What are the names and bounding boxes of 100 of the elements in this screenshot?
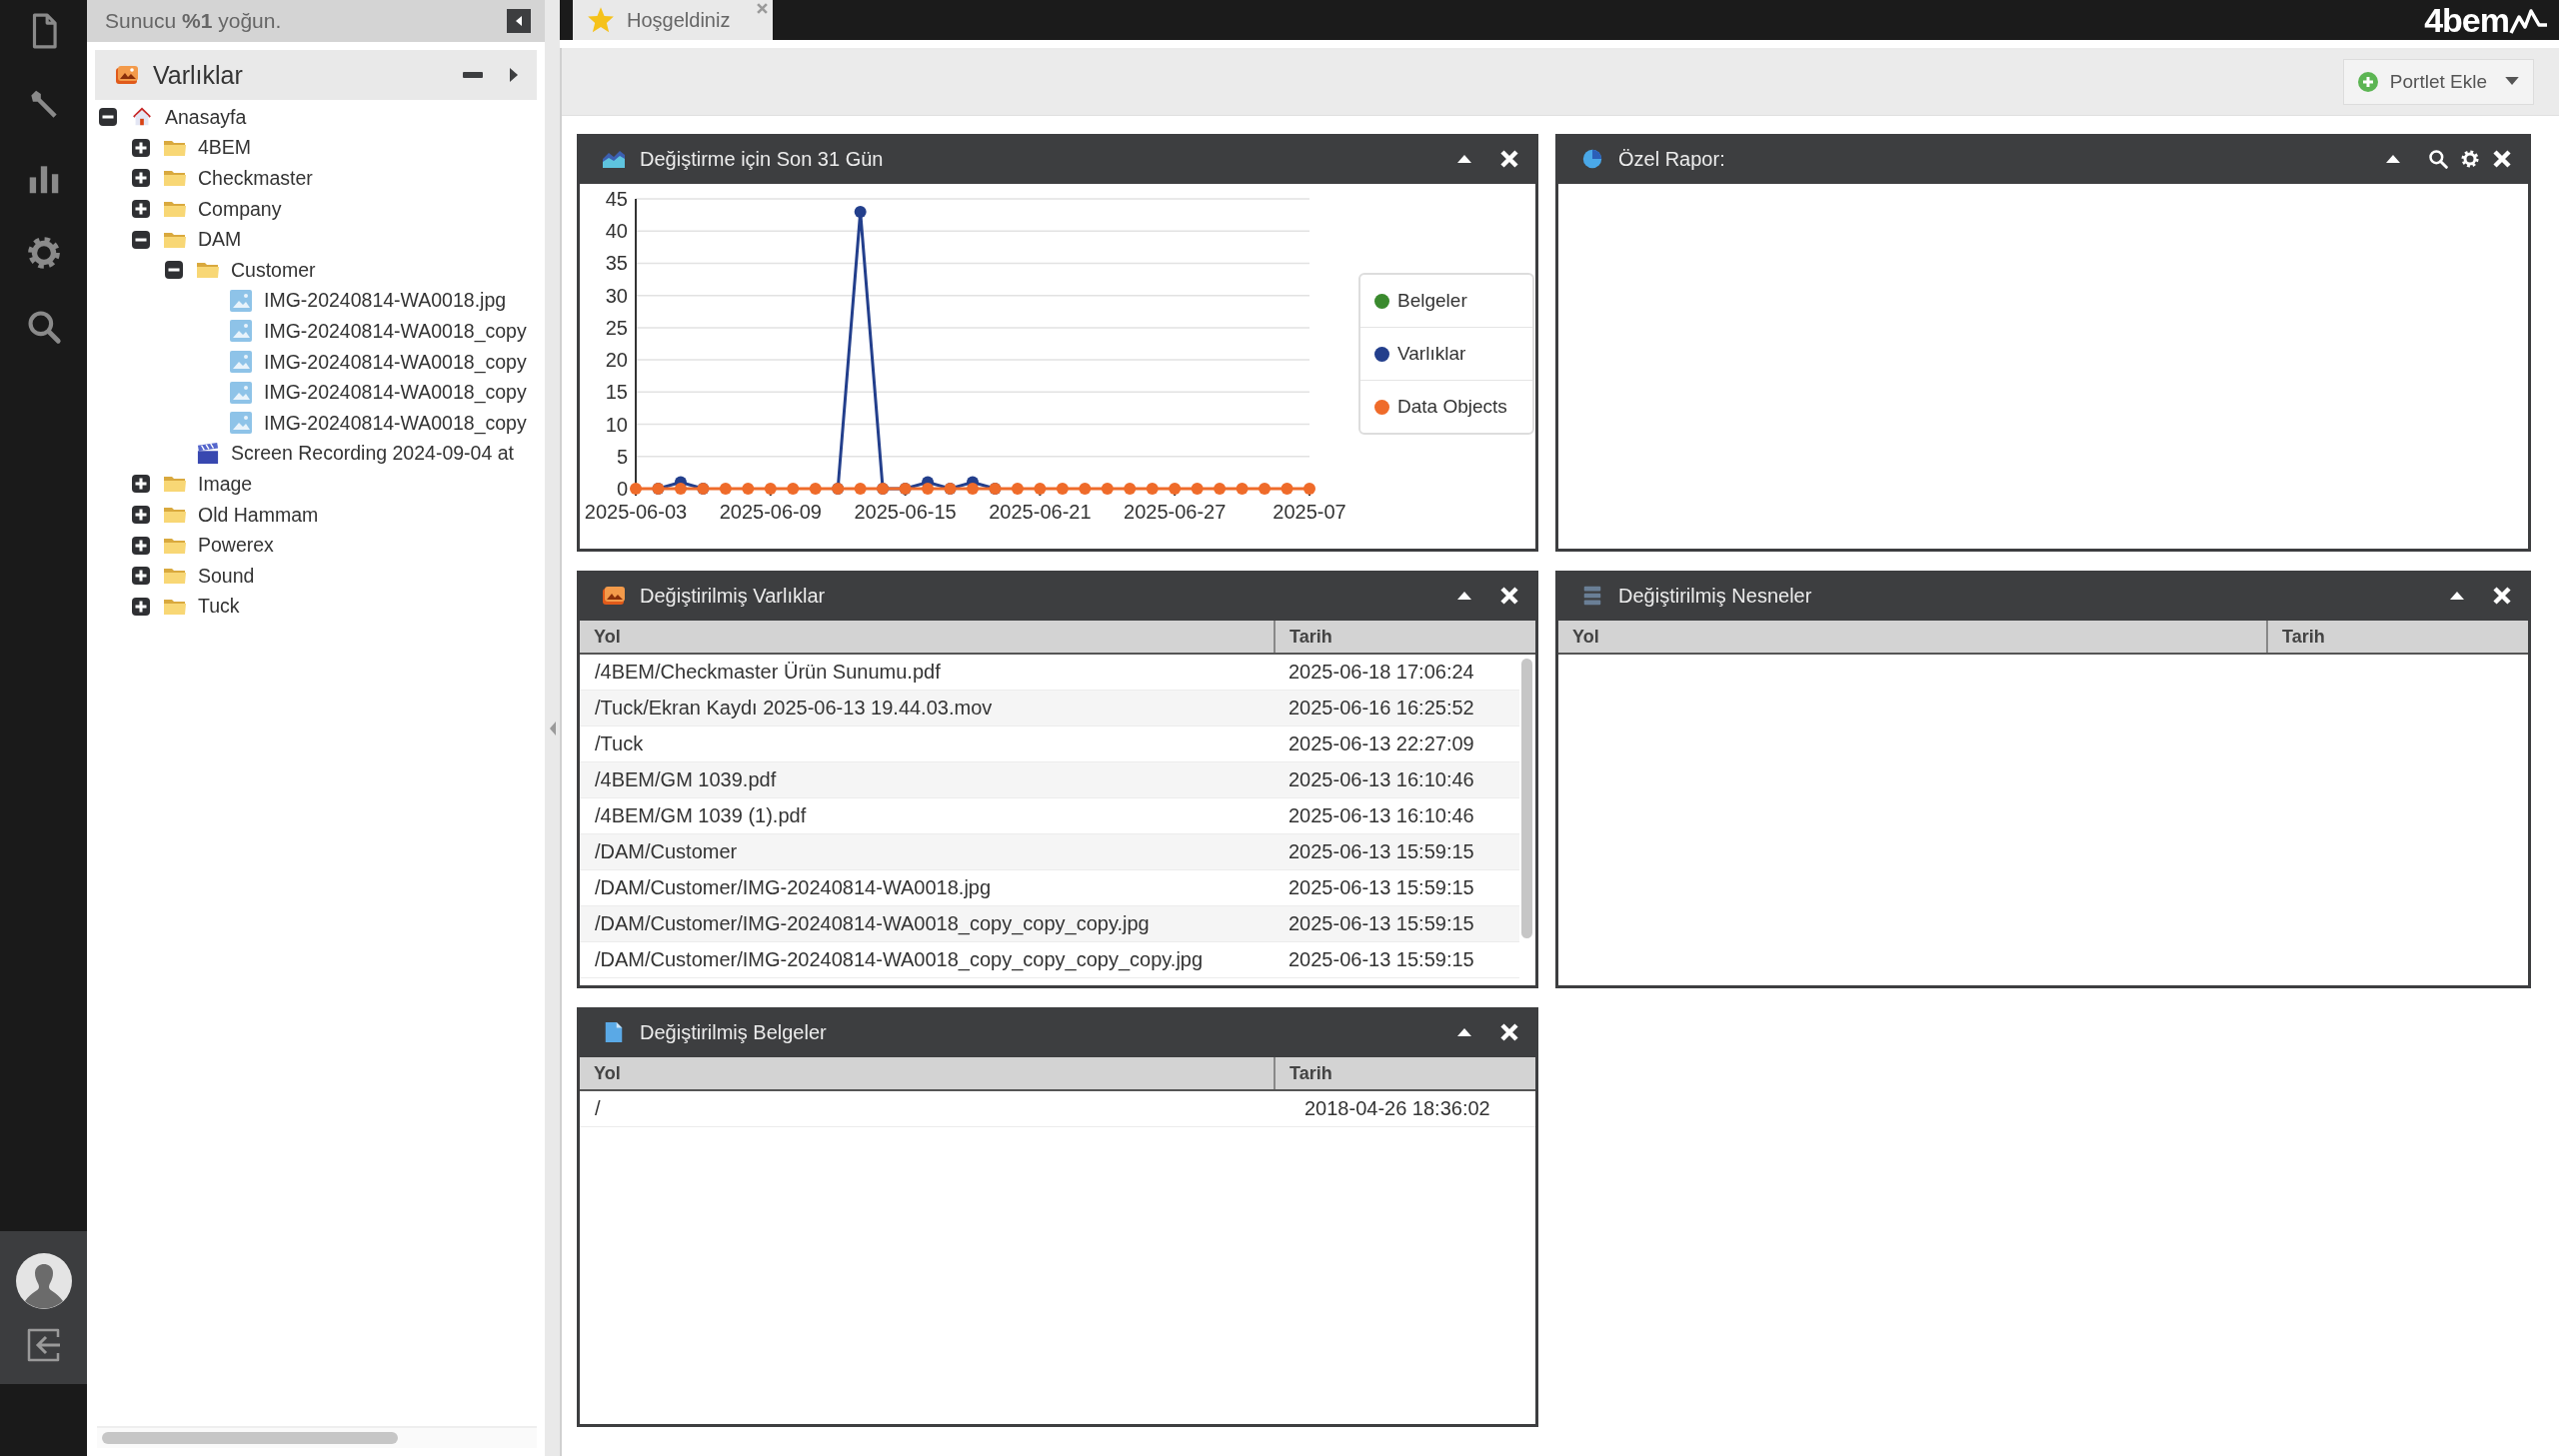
data-point[interactable] [854, 205, 867, 218]
axis-label: 2025-07 [1273, 501, 1346, 523]
tree-item[interactable]: Powerex [198, 534, 274, 558]
expand-toggle-icon[interactable] [132, 475, 150, 494]
table-cell-text: 2025-06-13 15:59:15 [1287, 912, 1475, 935]
column-header[interactable]: Yol [580, 621, 1276, 653]
column-header[interactable]: Yol [1558, 621, 2268, 653]
caret-icon[interactable] [2505, 77, 2519, 86]
images-icon [602, 585, 626, 607]
expand-toggle-icon[interactable] [132, 506, 150, 524]
tree-item[interactable]: IMG-20240814-WA0018_copy [264, 381, 527, 405]
logo: 4bem [2424, 3, 2549, 37]
axis-label: 0 [616, 478, 628, 500]
table-cell-text: 2025-06-13 15:59:15 [1287, 876, 1475, 899]
table-cell-text: /DAM/Customer/IMG-20240814-WA0018_copy_copy_copy.jpg [594, 912, 1151, 935]
table-cell-text: /Tuck [594, 732, 645, 755]
axis-label: 15 [605, 381, 628, 404]
images-icon [115, 65, 139, 85]
table-cell-text: 2025-06-13 22:27:09 [1287, 732, 1475, 755]
data-point[interactable] [967, 483, 979, 495]
pie-chart-icon [1580, 148, 1604, 170]
table-cell-text: /DAM/Customer/IMG-20240814-WA0018.jpg [594, 876, 993, 899]
collapse-icon[interactable] [2386, 155, 2400, 163]
column-header[interactable]: Tarih [1276, 1057, 1535, 1089]
tree-item[interactable]: DAM [198, 228, 242, 252]
image-icon [229, 320, 253, 343]
table-cell-text: /4BEM/GM 1039.pdf [594, 768, 778, 791]
column-header[interactable]: Tarih [2268, 621, 2528, 653]
collapse-icon[interactable] [2450, 592, 2464, 600]
tree-item[interactable]: Customer [231, 258, 316, 282]
collapse-icon[interactable] [1457, 592, 1471, 600]
tree-item[interactable]: IMG-20240814-WA0018.jpg [264, 289, 507, 313]
collapse-button[interactable] [507, 9, 531, 33]
table-cell-text: /Tuck/Ekran Kaydı 2025-06-13 19.44.03.mov [594, 697, 994, 720]
add-portlet-button[interactable]: Portlet Ekle [2342, 58, 2534, 105]
clapperboard-icon [196, 442, 220, 465]
tree-item[interactable]: IMG-20240814-WA0018_copy [264, 319, 527, 343]
logout-icon[interactable] [25, 1326, 62, 1363]
tab[interactable]: Hoşgeldiniz [573, 0, 773, 40]
table-cell-text: 2025-06-13 15:59:15 [1287, 840, 1475, 863]
collapse-toggle-icon[interactable] [132, 230, 150, 249]
tree-item[interactable]: IMG-20240814-WA0018_copy [264, 350, 527, 374]
axis-label: 2025-06-03 [584, 501, 688, 523]
table-cell-text: 2025-06-13 16:10:46 [1287, 768, 1475, 791]
portlet-title: Değiştirilmiş Nesneler [1618, 584, 1813, 608]
tree-item[interactable]: Checkmaster [198, 167, 313, 190]
collapse-icon[interactable] [1457, 1028, 1471, 1036]
axis-label: 35 [605, 252, 628, 275]
collapse-toggle-icon[interactable] [99, 108, 117, 127]
expand-toggle-icon[interactable] [132, 138, 150, 157]
collapse-toggle-icon[interactable] [165, 261, 183, 280]
column-header[interactable]: Yol [580, 1057, 1276, 1089]
portlet-title: Değiştirilmiş Varlıklar [640, 584, 827, 608]
expand-arrow-icon[interactable] [509, 68, 519, 82]
column-header[interactable]: Tarih [1276, 621, 1535, 653]
tree-item[interactable]: 4BEM [198, 136, 252, 160]
collapse-icon[interactable] [1457, 155, 1471, 163]
portlet-title: Özel Rapor: [1618, 147, 1726, 171]
tree-item[interactable]: Tuck [198, 595, 240, 619]
settings-icon[interactable] [2460, 149, 2480, 169]
expand-toggle-icon[interactable] [132, 200, 150, 219]
triangle-left-icon[interactable] [514, 15, 524, 27]
expand-toggle-icon[interactable] [132, 169, 150, 188]
search-icon[interactable] [2428, 149, 2448, 169]
tree-item[interactable]: IMG-20240814-WA0018_copy [264, 411, 527, 435]
axis-label: 20 [605, 349, 628, 372]
axis-label: 2025-06-15 [854, 501, 957, 523]
avatar-icon[interactable] [15, 1252, 72, 1309]
axis-label: 45 [605, 188, 628, 210]
image-icon [229, 351, 253, 374]
table-cell-text: /DAM/Customer [594, 840, 739, 863]
plus-icon[interactable] [2357, 71, 2378, 92]
area-chart-icon [602, 148, 626, 170]
panel-title: Varlıklar [153, 60, 244, 90]
tree-item[interactable]: Sound [198, 564, 255, 588]
data-point[interactable] [922, 483, 935, 495]
tree-item[interactable]: Company [198, 197, 282, 221]
tree-item[interactable]: Screen Recording 2024-09-04 at [231, 442, 514, 466]
tree-item[interactable]: Image [198, 472, 253, 496]
table-cell-text: 2025-06-18 17:06:24 [1287, 661, 1475, 684]
tree-item[interactable]: Old Hammam [198, 503, 319, 527]
portlet-title: Değiştirme için Son 31 Gün [640, 147, 885, 171]
image-icon [229, 289, 253, 312]
data-point[interactable] [674, 483, 687, 495]
portlet-title: Değiştirilmiş Belgeler [640, 1020, 828, 1044]
tree-item[interactable]: Anasayfa [165, 105, 247, 129]
axis-label: 10 [605, 413, 628, 436]
legend-label[interactable]: Varlıklar [1397, 343, 1466, 365]
legend-label[interactable]: Belgeler [1397, 290, 1467, 312]
axis-label: 25 [605, 316, 628, 339]
axis-label: 2025-06-27 [1124, 501, 1227, 523]
expand-toggle-icon[interactable] [132, 567, 150, 586]
expand-toggle-icon[interactable] [132, 536, 150, 555]
table-cell-text: /4BEM/GM 1039 (1).pdf [594, 804, 808, 827]
image-icon [229, 412, 253, 435]
axis-label: 2025-06-21 [989, 501, 1092, 523]
table-cell-text: 2025-06-16 16:25:52 [1287, 697, 1475, 720]
horizontal-scrollbar[interactable] [97, 1426, 537, 1448]
legend-label[interactable]: Data Objects [1397, 396, 1507, 418]
expand-toggle-icon[interactable] [132, 597, 150, 616]
